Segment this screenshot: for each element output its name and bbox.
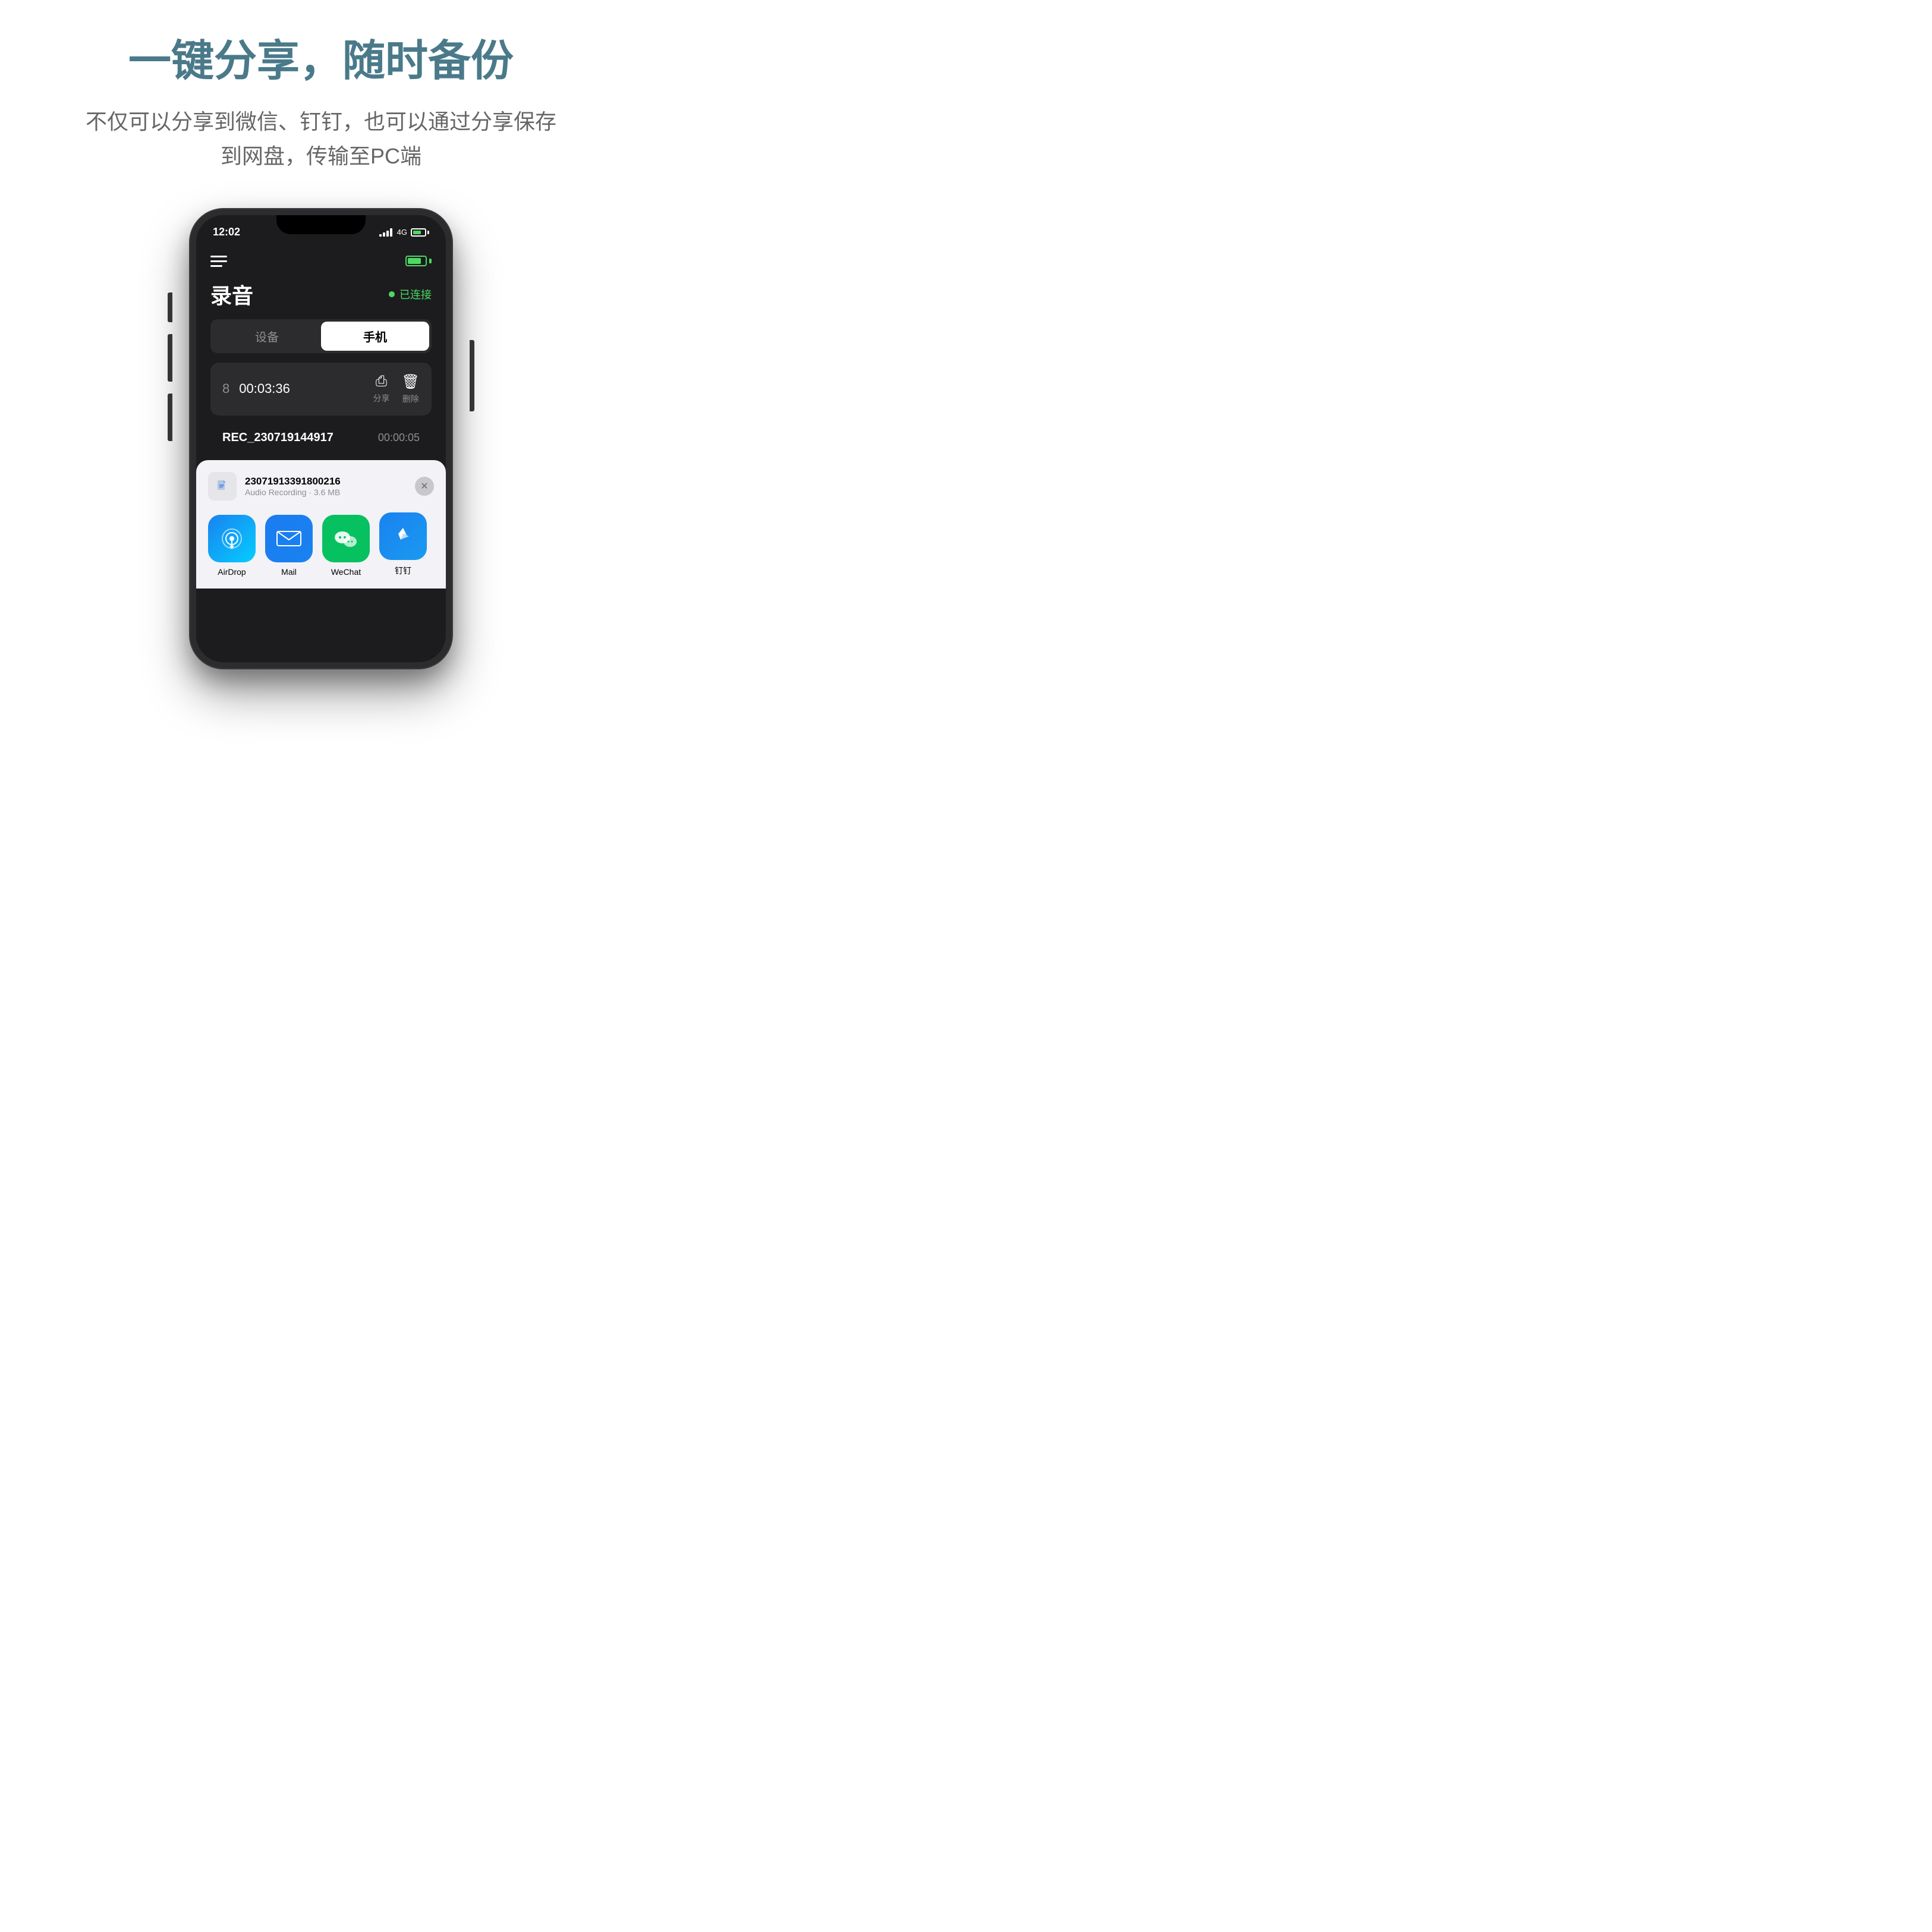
share-app-airdrop[interactable]: AirDrop xyxy=(208,515,256,577)
phone-mockup: 12:02 4G xyxy=(178,209,464,668)
file-icon xyxy=(208,472,237,501)
trash-icon: 🗑 xyxy=(402,373,420,391)
share-label: 分享 xyxy=(373,392,390,404)
battery-status-indicator xyxy=(405,256,432,266)
recording-number: 8 xyxy=(222,381,229,397)
battery-icon xyxy=(411,228,429,237)
share-app-dingding[interactable]: 钉钉 xyxy=(379,512,427,577)
airdrop-icon xyxy=(208,515,256,562)
network-label: 4G xyxy=(397,228,407,237)
airdrop-label: AirDrop xyxy=(218,567,246,577)
share-app-mail[interactable]: Mail xyxy=(265,515,313,577)
share-icon: ⎙ xyxy=(376,373,387,390)
power-button xyxy=(470,340,474,411)
recording-row2[interactable]: REC_230719144917 00:00:05 xyxy=(210,425,432,451)
share-file-row: 23071913391800216 Audio Recording · 3.6 … xyxy=(208,472,434,501)
share-sheet-close-button[interactable]: ✕ xyxy=(415,477,434,496)
volume-down-button xyxy=(168,394,172,441)
dingding-label: 钉钉 xyxy=(395,565,411,577)
title-row: 录音 已连接 xyxy=(196,274,446,319)
tab-phone[interactable]: 手机 xyxy=(321,322,429,351)
mail-label: Mail xyxy=(281,567,297,577)
connection-dot xyxy=(389,291,395,297)
page-title: 一键分享，随时备份 xyxy=(128,36,514,87)
notch xyxy=(276,215,366,234)
mail-icon xyxy=(265,515,313,562)
delete-label: 删除 xyxy=(402,393,419,405)
page-subtitle: 不仅可以分享到微信、钉钉，也可以通过分享保存到网盘，传输至PC端 xyxy=(77,105,565,173)
delete-action-btn[interactable]: 🗑 删除 xyxy=(402,373,420,405)
wechat-icon xyxy=(322,515,370,562)
signal-icon xyxy=(379,228,392,237)
file-meta: Audio Recording · 3.6 MB xyxy=(245,487,341,497)
file-name: 23071913391800216 xyxy=(245,476,341,487)
dingding-icon xyxy=(379,512,427,560)
connection-status: 已连接 xyxy=(389,287,432,302)
share-file-info: 23071913391800216 Audio Recording · 3.6 … xyxy=(208,472,341,501)
recording-info: 8 00:03:36 xyxy=(222,381,290,397)
status-time: 12:02 xyxy=(213,226,240,238)
recording-actions: ⎙ 分享 🗑 删除 xyxy=(373,373,420,405)
share-app-wechat[interactable]: WeChat xyxy=(322,515,370,577)
recording-duration: 00:03:36 xyxy=(239,381,290,397)
file-details: 23071913391800216 Audio Recording · 3.6 … xyxy=(245,476,341,497)
phone-body: 12:02 4G xyxy=(190,209,452,668)
tabs-row: 设备 手机 xyxy=(210,319,432,353)
wechat-label: WeChat xyxy=(331,567,361,577)
rec-name: REC_230719144917 xyxy=(222,431,333,445)
share-sheet: 23071913391800216 Audio Recording · 3.6 … xyxy=(196,460,446,589)
rec-duration2: 00:00:05 xyxy=(378,432,420,444)
tab-device[interactable]: 设备 xyxy=(213,322,321,351)
volume-up-button xyxy=(168,334,172,382)
app-screen: 录音 已连接 设备 手机 8 00:03:36 ⎙ xyxy=(196,246,446,662)
recording-item[interactable]: 8 00:03:36 ⎙ 分享 🗑 删除 xyxy=(210,363,432,416)
connection-label: 已连接 xyxy=(399,287,432,302)
app-header xyxy=(196,246,446,274)
share-apps-row: AirDrop Mail xyxy=(208,512,434,577)
volume-silent-button xyxy=(168,292,172,322)
share-action-btn[interactable]: ⎙ 分享 xyxy=(373,373,390,404)
app-title: 录音 xyxy=(210,279,253,310)
status-icons: 4G xyxy=(379,228,429,237)
menu-icon[interactable] xyxy=(210,256,227,267)
